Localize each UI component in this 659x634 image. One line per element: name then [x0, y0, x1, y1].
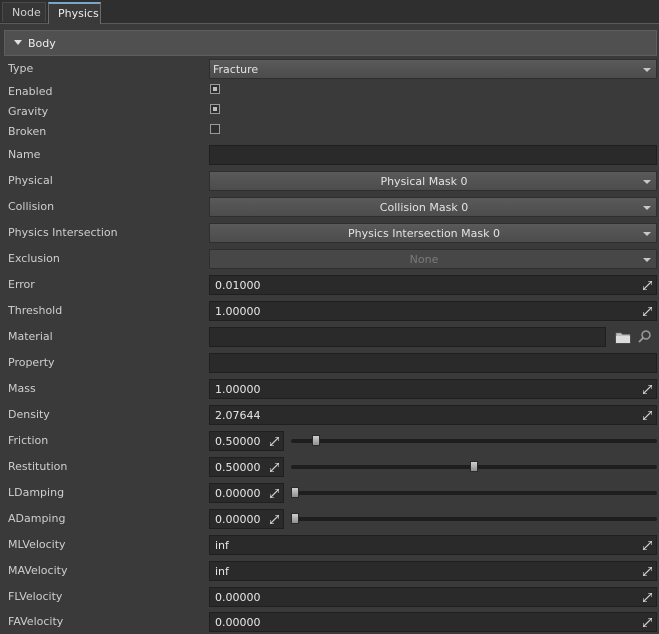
tab-node[interactable]: Node [2, 2, 46, 22]
chevron-down-icon [643, 232, 651, 236]
favelocity-input[interactable]: 0.00000 [209, 612, 657, 632]
expand-arrows-icon[interactable] [643, 541, 652, 550]
mass-input[interactable]: 1.00000 [209, 379, 657, 399]
expand-arrows-icon[interactable] [643, 385, 652, 394]
body-section-header[interactable]: Body [4, 30, 657, 56]
collision-label: Collision [8, 200, 55, 213]
adamping-slider-track[interactable] [291, 517, 657, 521]
density-label: Density [8, 408, 50, 421]
enabled-checkbox[interactable] [210, 84, 220, 94]
property-label: Property [8, 356, 55, 369]
type-dropdown[interactable]: Fracture [209, 59, 657, 79]
expand-arrows-icon[interactable] [643, 593, 652, 602]
row-material: Material [0, 325, 659, 349]
section-title: Body [28, 37, 56, 50]
expand-arrows-icon[interactable] [643, 307, 652, 316]
row-property: Property [0, 351, 659, 375]
row-collision: Collision Collision Mask 0 [0, 195, 659, 219]
gravity-checkbox[interactable] [210, 104, 220, 114]
exclusion-label: Exclusion [8, 252, 60, 265]
expand-arrows-icon[interactable] [270, 489, 279, 498]
material-input[interactable] [209, 327, 606, 347]
type-label: Type [8, 62, 34, 75]
mavelocity-label: MAVelocity [8, 564, 68, 577]
row-name: Name [0, 143, 659, 167]
name-label: Name [8, 148, 41, 161]
expand-arrows-icon[interactable] [270, 437, 279, 446]
flvelocity-input[interactable]: 0.00000 [209, 587, 657, 607]
material-label: Material [8, 330, 53, 343]
friction-label: Friction [8, 434, 49, 447]
threshold-input[interactable]: 1.00000 [209, 301, 657, 321]
search-icon[interactable] [637, 329, 653, 345]
expand-arrows-icon[interactable] [643, 618, 652, 627]
row-friction: Friction 0.50000 [0, 429, 659, 453]
row-density: Density 2.07644 [0, 403, 659, 427]
error-input[interactable]: 0.01000 [209, 275, 657, 295]
ldamping-slider-handle[interactable] [291, 487, 299, 498]
property-input[interactable] [209, 353, 657, 373]
row-broken: Broken [0, 120, 659, 144]
row-adamping: ADamping 0.00000 [0, 507, 659, 531]
adamping-slider-handle[interactable] [291, 513, 299, 524]
row-restitution: Restitution 0.50000 [0, 455, 659, 479]
tab-physics[interactable]: Physics [48, 2, 101, 24]
flvelocity-label: FLVelocity [8, 590, 63, 603]
row-physics-intersection: Physics Intersection Physics Intersectio… [0, 221, 659, 245]
ldamping-label: LDamping [8, 486, 65, 499]
chevron-down-icon [643, 206, 651, 210]
collision-mask-dropdown[interactable]: Collision Mask 0 [209, 197, 657, 217]
enabled-label: Enabled [8, 85, 53, 98]
friction-slider-track[interactable] [291, 439, 657, 443]
broken-label: Broken [8, 125, 47, 138]
row-mass: Mass 1.00000 [0, 377, 659, 401]
friction-slider-handle[interactable] [312, 435, 321, 446]
row-favelocity: FAVelocity 0.00000 [0, 610, 659, 634]
ldamping-slider-track[interactable] [291, 491, 657, 495]
row-mlvelocity: MLVelocity inf [0, 533, 659, 557]
row-flvelocity: FLVelocity 0.00000 [0, 585, 659, 609]
density-input[interactable]: 2.07644 [209, 405, 657, 425]
adamping-input[interactable]: 0.00000 [209, 509, 284, 529]
mlvelocity-label: MLVelocity [8, 538, 66, 551]
row-type: Type Fracture [0, 57, 659, 81]
exclusion-dropdown[interactable]: None [209, 249, 657, 269]
favelocity-label: FAVelocity [8, 615, 64, 628]
expand-arrows-icon[interactable] [643, 281, 652, 290]
row-threshold: Threshold 1.00000 [0, 299, 659, 323]
mlvelocity-input[interactable]: inf [209, 535, 657, 555]
broken-checkbox[interactable] [210, 124, 220, 134]
error-label: Error [8, 278, 35, 291]
restitution-label: Restitution [8, 460, 68, 473]
physics-intersection-label: Physics Intersection [8, 226, 118, 239]
restitution-slider-handle[interactable] [470, 461, 478, 472]
physical-label: Physical [8, 174, 53, 187]
tab-bar: Node Physics [0, 0, 659, 24]
name-input[interactable] [209, 145, 657, 165]
physics-intersection-mask-dropdown[interactable]: Physics Intersection Mask 0 [209, 223, 657, 243]
chevron-down-icon [643, 68, 651, 72]
row-error: Error 0.01000 [0, 273, 659, 297]
ldamping-input[interactable]: 0.00000 [209, 483, 284, 503]
friction-input[interactable]: 0.50000 [209, 431, 284, 451]
threshold-label: Threshold [8, 304, 63, 317]
mavelocity-input[interactable]: inf [209, 561, 657, 581]
physical-mask-dropdown[interactable]: Physical Mask 0 [209, 171, 657, 191]
adamping-label: ADamping [8, 512, 66, 525]
chevron-down-icon [643, 258, 651, 262]
expand-arrows-icon[interactable] [643, 411, 652, 420]
expand-arrows-icon[interactable] [270, 515, 279, 524]
expand-arrows-icon[interactable] [643, 567, 652, 576]
restitution-input[interactable]: 0.50000 [209, 457, 284, 477]
gravity-label: Gravity [8, 105, 49, 118]
chevron-down-icon [643, 180, 651, 184]
row-ldamping: LDamping 0.00000 [0, 481, 659, 505]
row-mavelocity: MAVelocity inf [0, 559, 659, 583]
folder-icon[interactable] [615, 329, 631, 345]
row-exclusion: Exclusion None [0, 247, 659, 271]
collapse-triangle-icon[interactable] [14, 40, 22, 45]
mass-label: Mass [8, 382, 36, 395]
row-physical: Physical Physical Mask 0 [0, 169, 659, 193]
expand-arrows-icon[interactable] [270, 463, 279, 472]
